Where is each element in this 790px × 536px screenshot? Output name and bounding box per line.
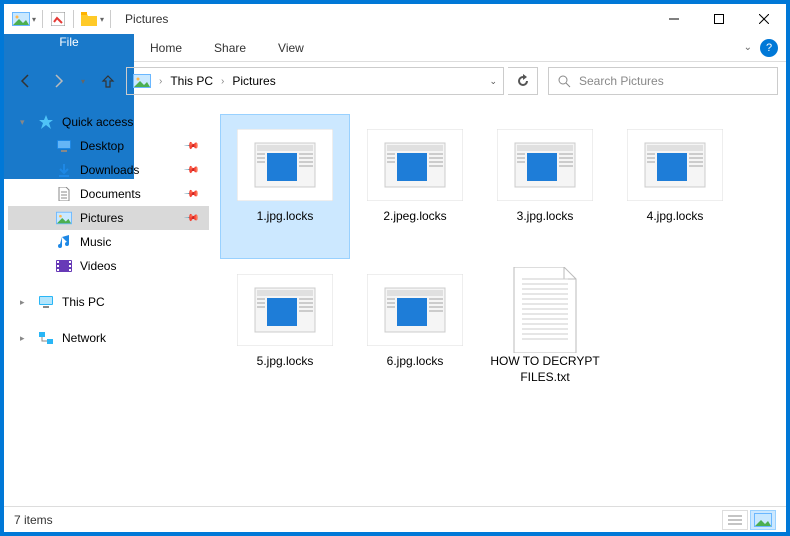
file-name: HOW TO DECRYPT FILES.txt [487, 354, 603, 385]
documents-icon [56, 186, 72, 202]
properties-icon[interactable] [49, 10, 67, 28]
file-name: 2.jpeg.locks [383, 209, 446, 225]
sidebar-item-label: Desktop [80, 139, 124, 153]
breadcrumb-label: This PC [170, 74, 213, 88]
file-item[interactable]: 6.jpg.locks [350, 259, 480, 404]
file-item[interactable]: 1.jpg.locks [220, 114, 350, 259]
breadcrumb-pictures[interactable]: Pictures [232, 74, 275, 88]
sidebar-item-desktop[interactable]: Desktop 📌 [8, 134, 209, 158]
qat-dropdown-icon[interactable]: ▾ [32, 15, 36, 24]
sidebar-item-label: Downloads [80, 163, 139, 177]
sidebar-item-documents[interactable]: Documents 📌 [8, 182, 209, 206]
chevron-right-icon[interactable]: ▸ [20, 333, 25, 344]
content-area: ▾ Quick access Desktop📌Downloads📌Documen… [4, 100, 786, 506]
file-list[interactable]: 1.jpg.locks 2.jpeg.locks 3.jpg.locks 4.jpg.… [214, 100, 786, 506]
folder-icon[interactable] [80, 10, 98, 28]
chevron-right-icon[interactable]: ▸ [20, 297, 25, 308]
chevron-right-icon[interactable]: › [221, 76, 224, 87]
pin-icon: 📌 [182, 186, 199, 203]
pin-icon: 📌 [182, 162, 199, 179]
pin-icon: 📌 [182, 138, 199, 155]
ribbon-tab-view[interactable]: View [262, 34, 320, 61]
sidebar-item-label: Documents [80, 187, 141, 201]
file-item[interactable]: HOW TO DECRYPT FILES.txt [480, 259, 610, 404]
file-item[interactable]: 5.jpg.locks [220, 259, 350, 404]
sidebar-item-label: Quick access [62, 115, 133, 129]
sidebar: ▾ Quick access Desktop📌Downloads📌Documen… [4, 100, 214, 506]
search-placeholder: Search Pictures [579, 74, 664, 88]
pin-icon: 📌 [182, 210, 199, 227]
file-thumbnail [237, 129, 333, 201]
recent-dropdown-button[interactable]: ▾ [76, 67, 90, 95]
help-icon[interactable]: ? [760, 39, 778, 57]
sidebar-item-videos[interactable]: Videos [8, 254, 209, 278]
address-bar[interactable]: › This PC › Pictures ⌄ [126, 67, 504, 95]
videos-icon [56, 258, 72, 274]
pc-icon [38, 294, 54, 310]
sidebar-item-downloads[interactable]: Downloads 📌 [8, 158, 209, 182]
refresh-button[interactable] [508, 67, 538, 95]
file-thumbnail [237, 274, 333, 346]
file-item[interactable]: 4.jpg.locks [610, 114, 740, 259]
maximize-button[interactable] [696, 4, 741, 34]
file-name: 1.jpg.locks [257, 209, 314, 225]
quick-access-toolbar: ▾ ▾ [12, 10, 115, 28]
window-title: Pictures [125, 12, 168, 26]
sidebar-item-label: Videos [80, 259, 116, 273]
search-icon [557, 74, 571, 88]
desktop-icon [56, 138, 72, 154]
downloads-icon [56, 162, 72, 178]
network-icon [38, 330, 54, 346]
sidebar-item-music[interactable]: Music [8, 230, 209, 254]
search-box[interactable]: Search Pictures [548, 67, 778, 95]
sidebar-item-label: Pictures [80, 211, 123, 225]
close-button[interactable] [741, 4, 786, 34]
ribbon: File Home Share View ⌄ ? [4, 34, 786, 62]
chevron-down-icon[interactable]: ▾ [20, 117, 25, 128]
titlebar: ▾ ▾ Pictures [4, 4, 786, 34]
chevron-right-icon[interactable]: › [159, 76, 162, 87]
sidebar-network[interactable]: ▸ Network [8, 326, 209, 350]
sidebar-item-label: This PC [62, 295, 105, 309]
thumbnails-view-button[interactable] [750, 510, 776, 530]
file-item[interactable]: 3.jpg.locks [480, 114, 610, 259]
qat-dropdown-icon[interactable]: ▾ [100, 15, 104, 24]
window-controls [651, 4, 786, 34]
sidebar-item-label: Network [62, 331, 106, 345]
address-dropdown-icon[interactable]: ⌄ [489, 76, 497, 87]
navbar: ▾ › This PC › Pictures ⌄ Search Pictures [4, 62, 786, 100]
ribbon-expand-icon[interactable]: ⌄ [744, 42, 752, 53]
details-view-button[interactable] [722, 510, 748, 530]
sidebar-item-label: Music [80, 235, 111, 249]
explorer-icon [12, 10, 30, 28]
file-item[interactable]: 2.jpeg.locks [350, 114, 480, 259]
breadcrumb-this-pc[interactable]: This PC [170, 74, 213, 88]
sidebar-quick-access[interactable]: ▾ Quick access [8, 110, 209, 134]
forward-button[interactable] [44, 67, 72, 95]
sidebar-item-pictures[interactable]: Pictures 📌 [8, 206, 209, 230]
ribbon-tab-home[interactable]: Home [134, 34, 198, 61]
sidebar-this-pc[interactable]: ▸ This PC [8, 290, 209, 314]
file-thumbnail [497, 129, 593, 201]
ribbon-tab-share[interactable]: Share [198, 34, 262, 61]
pictures-icon [133, 72, 151, 90]
file-name: 5.jpg.locks [257, 354, 314, 370]
file-thumbnail [627, 129, 723, 201]
breadcrumb-label: Pictures [232, 74, 275, 88]
star-icon [38, 114, 54, 130]
file-name: 4.jpg.locks [647, 209, 704, 225]
status-item-count: 7 items [14, 513, 53, 527]
file-thumbnail [367, 274, 463, 346]
file-name: 6.jpg.locks [387, 354, 444, 370]
music-icon [56, 234, 72, 250]
minimize-button[interactable] [651, 4, 696, 34]
pictures-icon [56, 210, 72, 226]
up-button[interactable] [94, 67, 122, 95]
file-thumbnail [497, 274, 593, 346]
statusbar: 7 items [4, 506, 786, 532]
file-thumbnail [367, 129, 463, 201]
back-button[interactable] [12, 67, 40, 95]
file-name: 3.jpg.locks [517, 209, 574, 225]
